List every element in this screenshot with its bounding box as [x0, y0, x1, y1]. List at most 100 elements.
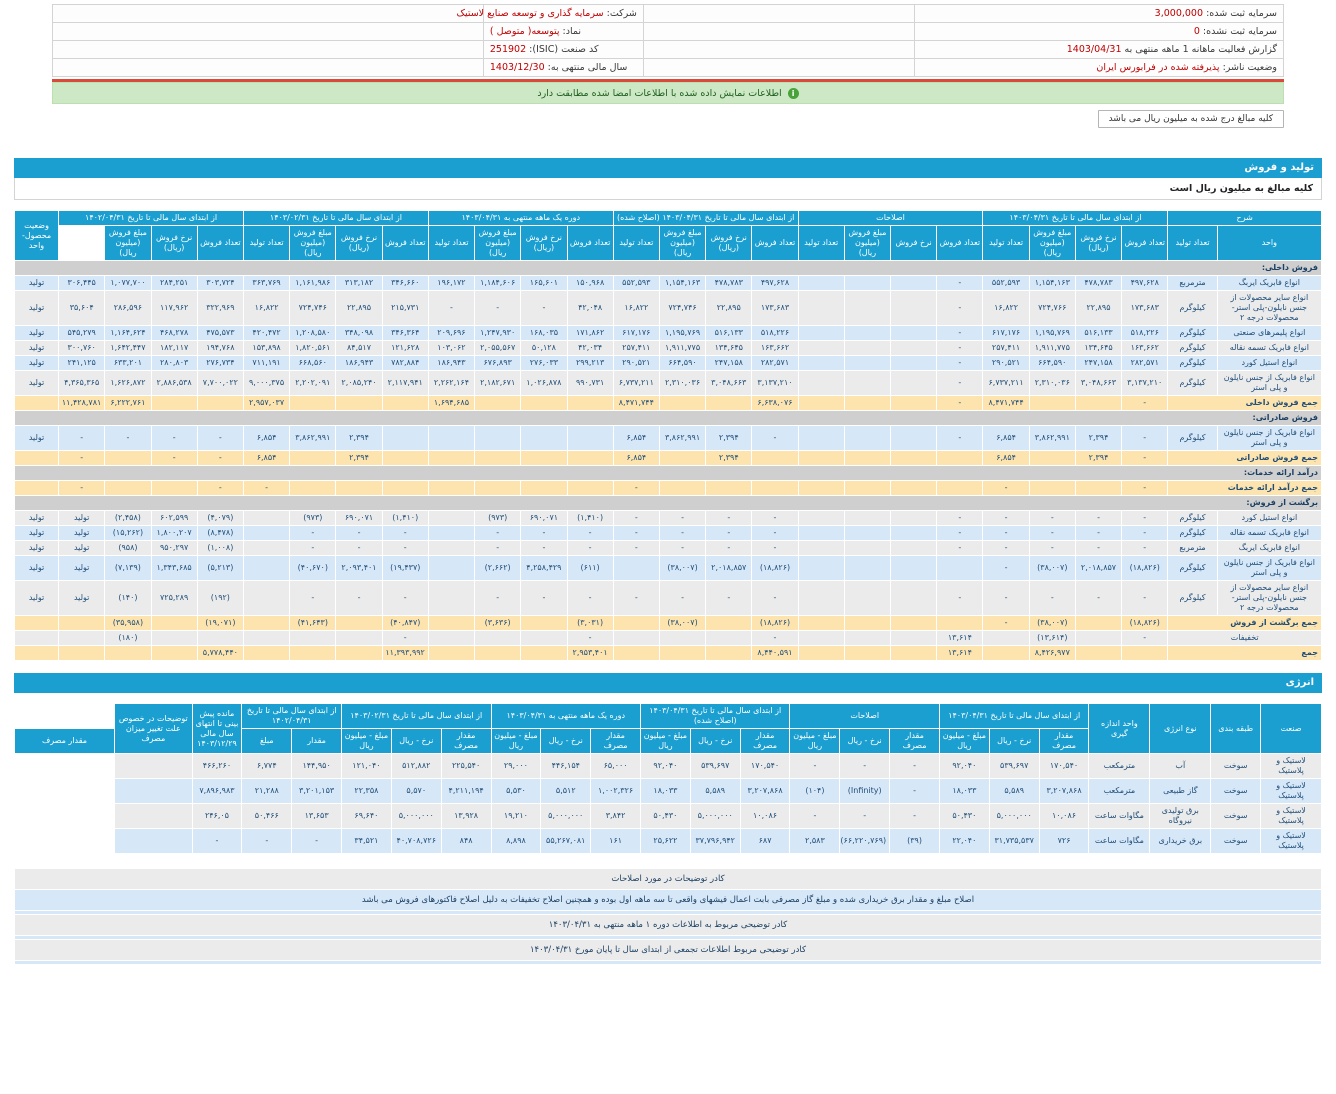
energy-cell: (۱۰۴)	[789, 778, 841, 804]
energy-cell: ۴۰,۷۰۸,۷۲۶	[390, 828, 442, 854]
energy-cell: -	[789, 753, 841, 779]
sales-subheader: نرخ فروش (ریال)	[1074, 225, 1123, 261]
sales-subtotal-cell: ۲,۳۹۴	[1074, 450, 1123, 466]
sales-cell: -	[520, 290, 568, 326]
energy-subheader: مبلغ - میلیون ریال	[938, 728, 990, 754]
sales-cell: ۲,۰۱۸,۸۵۷	[1074, 555, 1123, 581]
sales-cell: ۴۹۷,۶۲۸	[751, 275, 799, 291]
sales-cell: ۲۵۷,۴۱۱	[982, 340, 1030, 356]
energy-cell: -	[789, 803, 841, 829]
sales-cell: -	[658, 540, 707, 556]
explanation-spacer	[14, 960, 1322, 965]
sales-cell: ۲۴۷,۱۵۸	[705, 355, 753, 371]
product-unit: کیلوگرم	[1167, 555, 1218, 581]
table-row: انواع سایر محصولات از جنس نایلون-پلی است…	[13, 580, 1323, 616]
symbol-value: پتوسعه( متوصل )	[489, 26, 560, 37]
discount-cell	[705, 630, 753, 646]
sales-cell: (۲,۶۶۲)	[474, 555, 522, 581]
product-name: انواع فابریک ایربگ	[1216, 275, 1323, 291]
sales-group-title: فروش صادراتی:	[14, 410, 1322, 426]
sales-cell: -	[936, 510, 984, 526]
energy-subheader: مقدار مصرف	[590, 728, 641, 754]
sales-cell	[843, 555, 892, 581]
sales-cell: ۷۱۱,۱۹۱	[242, 355, 291, 371]
discount-cell	[335, 630, 383, 646]
isic-code-cell: کد صنعت (ISIC): 251902	[482, 40, 644, 59]
sales-cell: ۱۶,۸۲۲	[242, 290, 291, 326]
energy-group-header: اصلاحات	[789, 703, 940, 729]
sales-cell	[843, 370, 892, 396]
unit-note-button[interactable]: کلیه مبالغ درج شده به میلیون ریال می باش…	[1097, 110, 1284, 128]
grand-total-cell	[474, 645, 522, 661]
energy-cell: ۱۰,۰۸۶	[739, 803, 791, 829]
sales-cell: ۲,۳۱۰,۰۳۶	[1028, 370, 1076, 396]
energy-cell: ۲۴۶,۰۵	[191, 803, 243, 829]
table-row: انواع فابریک از جنس نایلون و پلی استر کیل…	[13, 370, 1323, 396]
explanation-row: اصلاح مبلغ و مقدار برق خریداری شده و مبل…	[14, 889, 1322, 911]
sales-subtotal-cell	[797, 615, 845, 631]
sales-cell: ۱,۸۰۰,۲۰۷	[150, 525, 198, 541]
sales-cell: ۲۸۶,۵۹۶	[104, 290, 152, 326]
sales-cell: ۲,۸۸۶,۵۳۸	[150, 370, 198, 396]
sales-cell: -	[289, 580, 337, 616]
sales-cell: ۳,۰۴۸,۶۶۳	[705, 370, 753, 396]
product-name: انواع سایر محصولات از جنس نایلون-پلی است…	[1216, 580, 1323, 616]
discount-cell: (۱۸۰)	[104, 630, 152, 646]
product-name: انواع استیل کورد	[1216, 355, 1323, 371]
energy-subheader: نرخ - ریال	[540, 728, 592, 754]
sales-subtotal-cell	[936, 480, 984, 496]
sales-cell: -	[705, 540, 753, 556]
grand-total-cell: ۲,۹۵۳,۴۰۱	[566, 645, 614, 661]
energy-group-header: مانده پیش بینی تا انتهای سال مالی ۱۴۰۳/۱…	[191, 703, 243, 754]
sales-cell: -	[474, 540, 522, 556]
sales-subtotal-cell	[890, 450, 938, 466]
sales-cell: ۳۰۳,۷۲۴	[196, 275, 244, 291]
table-row: لاستیک و پلاستیک سوخت گاز طبیعی مترمکعب ۳,۲۰…	[15, 778, 1322, 804]
sales-cell	[890, 425, 938, 451]
energy-cell	[114, 828, 193, 854]
product-unit: کیلوگرم	[1167, 355, 1218, 371]
grand-total-cell	[658, 645, 707, 661]
sales-cell: ۵۵۲,۵۹۳	[982, 275, 1030, 291]
energy-cell: ۴۶۶,۲۶۰	[191, 753, 243, 779]
energy-group-header-row: صنعت طبقه بندی نوع انرژی واحد اندازه گیری از…	[15, 703, 1322, 754]
sales-subtotal-cell: ۸,۴۷۱,۷۴۴	[612, 395, 660, 411]
fiscal-year-label: سال مالی منتهی به:	[547, 62, 628, 73]
sales-cell: ۱,۲۴۷,۹۳۰	[474, 325, 522, 341]
energy-cell: -	[889, 753, 940, 779]
sales-cell: ۶۶۸,۵۶۰	[289, 355, 337, 371]
sales-cell	[890, 510, 938, 526]
grand-total-cell	[520, 645, 568, 661]
energy-industry: لاستیک و پلاستیک	[1260, 753, 1322, 779]
sales-subtotal-cell	[1074, 480, 1123, 496]
sales-section: تولید و فروش کلیه مبالغ به میلیون ریال ا…	[13, 158, 1323, 661]
energy-cell: ۱,۰۰۲,۳۲۶	[590, 778, 641, 804]
sales-subtotal-cell	[242, 615, 291, 631]
sales-cell: ۲۸۴,۲۵۱	[150, 275, 198, 291]
energy-subheader: مقدار مصرف	[889, 728, 940, 754]
fiscal-year-cell: سال مالی منتهی به: 1403/12/30	[482, 58, 644, 77]
company-header-table: سرمایه ثبت شده: 3,000,000 شرکت: سرمایه گ…	[52, 4, 1285, 77]
energy-class: سوخت	[1210, 753, 1262, 779]
sales-subtotal-cell	[658, 480, 707, 496]
sales-cell: -	[335, 580, 383, 616]
energy-cell: ۱۰,۰۸۶	[1038, 803, 1090, 829]
sales-cell: (۱,۴۱۰)	[381, 510, 429, 526]
discount-cell	[982, 630, 1030, 646]
notice-text: اطلاعات نمایش داده شده با اطلاعات امضا ش…	[537, 87, 782, 99]
energy-unit: مگاوات ساعت	[1088, 803, 1151, 829]
report-period-cell: گزارش فعالیت ماهانه 1 ماهه منتهی به 1403…	[913, 40, 1285, 59]
sales-cell: -	[427, 290, 476, 326]
sales-subtotal-cell	[474, 395, 522, 411]
energy-cell	[114, 753, 193, 779]
energy-cell: (Infinity)	[839, 778, 891, 804]
sales-cell	[890, 340, 938, 356]
sales-subtotal-cell	[751, 450, 799, 466]
energy-subheader: مبلغ - میلیون ریال	[789, 728, 841, 754]
sales-subtotal-cell: (۴۱,۶۴۳)	[289, 615, 337, 631]
sales-cell: ۲,۰۱۸,۸۵۷	[705, 555, 753, 581]
sales-subtotal-cell: -	[196, 480, 244, 496]
product-unit: کیلوگرم	[1167, 525, 1218, 541]
energy-cell: ۱۷۰,۵۴۰	[1038, 753, 1090, 779]
sales-cell: ۱۲۱,۶۲۸	[381, 340, 429, 356]
